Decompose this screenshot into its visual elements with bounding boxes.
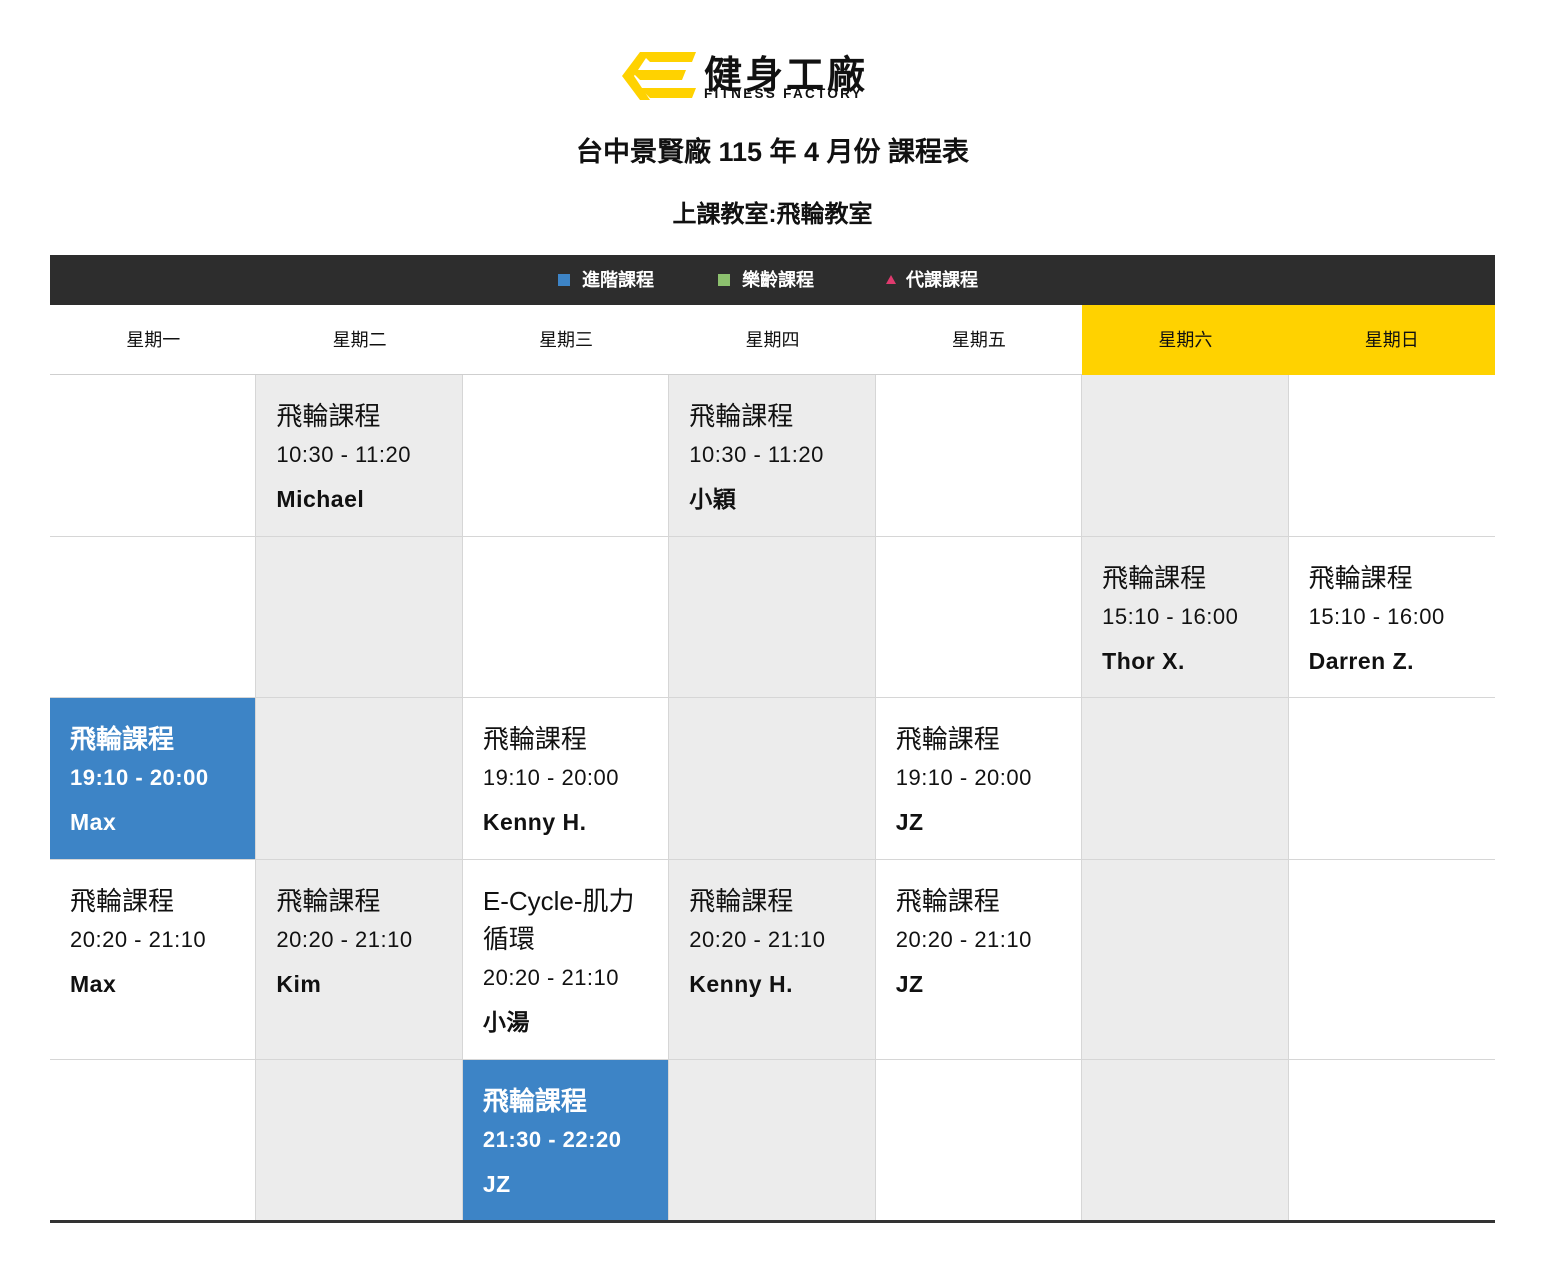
class-time: 20:20 - 21:10 bbox=[689, 927, 826, 952]
class-name: 飛輪課程 bbox=[689, 401, 794, 431]
row-divider bbox=[50, 1059, 1495, 1060]
class-time: 21:30 - 22:20 bbox=[482, 1127, 622, 1152]
class-cell: 飛輪課程 20:20 - 21:10 Kim bbox=[256, 860, 461, 1059]
class-cell: 飛輪課程 15:10 - 16:00 Darren Z. bbox=[1289, 537, 1494, 697]
class-cell: 飛輪課程 19:10 - 20:00 Max bbox=[50, 698, 256, 859]
column-sunday bbox=[1288, 375, 1495, 1220]
class-time: 10:30 - 11:20 bbox=[276, 442, 411, 467]
class-cell: 飛輪課程 10:30 - 11:20 Michael bbox=[256, 375, 461, 536]
class-cell: 飛輪課程 19:10 - 20:00 JZ bbox=[876, 698, 1081, 859]
column-saturday bbox=[1082, 375, 1289, 1220]
day-thursday: 星期四 bbox=[745, 330, 800, 350]
class-time: 19:10 - 20:00 bbox=[70, 765, 209, 790]
legend-advanced: 進階課程 bbox=[558, 269, 654, 291]
legend-label: 進階課程 bbox=[582, 270, 654, 290]
class-coach: JZ bbox=[895, 809, 924, 835]
legend-bar: 進階課程 樂齡課程 代課課程 bbox=[50, 255, 1495, 305]
page-subtitle: 上課教室:飛輪教室 bbox=[672, 201, 873, 228]
class-time: 20:20 - 21:10 bbox=[482, 965, 620, 990]
class-time: 15:10 - 16:00 bbox=[1102, 604, 1239, 629]
class-coach: Darren Z. bbox=[1308, 648, 1415, 674]
class-time: 10:30 - 11:20 bbox=[689, 442, 824, 467]
class-name: 飛輪課程 bbox=[689, 886, 794, 916]
class-cell: 飛輪課程 20:20 - 21:10 Max bbox=[50, 860, 255, 1059]
class-cell: 飛輪課程 21:30 - 22:20 JZ bbox=[462, 1060, 669, 1220]
blue-square-icon bbox=[558, 274, 570, 286]
class-time: 20:20 - 21:10 bbox=[70, 927, 207, 952]
class-coach: Michael bbox=[276, 486, 365, 512]
class-name: E-Cycle-肌力循環 bbox=[482, 886, 635, 954]
green-square-icon bbox=[718, 274, 730, 286]
day-header-row: 星期一 星期二 星期三 星期四 星期五 星期六 星期日 bbox=[50, 305, 1495, 375]
schedule-grid: 飛輪課程 10:30 - 11:20 Michael 飛輪課程 10:30 - 11:2… bbox=[50, 375, 1495, 1223]
day-sunday: 星期日 bbox=[1288, 305, 1495, 375]
pink-triangle-icon bbox=[886, 275, 896, 284]
class-coach: Kenny H. bbox=[482, 809, 587, 835]
class-time: 15:10 - 16:00 bbox=[1308, 604, 1445, 629]
class-coach: 小穎 bbox=[689, 486, 737, 512]
day-friday: 星期五 bbox=[951, 330, 1006, 350]
class-name: 飛輪課程 bbox=[70, 886, 175, 916]
class-coach: Kenny H. bbox=[689, 971, 793, 997]
class-coach: Max bbox=[70, 971, 117, 997]
brand-name-en: FITNESS FACTORY bbox=[704, 86, 864, 101]
class-name: 飛輪課程 bbox=[1308, 563, 1413, 593]
class-cell: 飛輪課程 19:10 - 20:00 Kenny H. bbox=[463, 698, 668, 859]
legend-substitute: 代課課程 bbox=[886, 269, 978, 291]
fitness-factory-logo-icon bbox=[622, 52, 696, 100]
class-time: 19:10 - 20:00 bbox=[482, 765, 620, 790]
class-cell: 飛輪課程 20:20 - 21:10 Kenny H. bbox=[669, 860, 874, 1059]
legend-label: 代課課程 bbox=[906, 270, 978, 290]
class-coach: Kim bbox=[276, 971, 322, 997]
class-time: 20:20 - 21:10 bbox=[895, 927, 1032, 952]
class-coach: JZ bbox=[895, 971, 924, 997]
row-divider bbox=[50, 697, 1495, 698]
class-cell: 飛輪課程 20:20 - 21:10 JZ bbox=[876, 860, 1081, 1059]
class-name: 飛輪課程 bbox=[276, 886, 381, 916]
day-saturday: 星期六 bbox=[1082, 305, 1289, 375]
brand-logo: 健身工廠 FITNESS FACTORY bbox=[622, 46, 927, 104]
class-name: 飛輪課程 bbox=[276, 401, 381, 431]
class-name: 飛輪課程 bbox=[1102, 563, 1207, 593]
class-name: 飛輪課程 bbox=[895, 886, 1000, 916]
legend-senior: 樂齡課程 bbox=[718, 269, 814, 291]
day-monday: 星期一 bbox=[126, 330, 181, 350]
class-cell: 飛輪課程 10:30 - 11:20 小穎 bbox=[669, 375, 874, 536]
class-coach: JZ bbox=[482, 1171, 511, 1197]
day-tuesday: 星期二 bbox=[332, 330, 387, 350]
class-name: 飛輪課程 bbox=[482, 1086, 587, 1116]
page-title: 台中景賢廠 115 年 4 月份 課程表 bbox=[575, 137, 970, 167]
class-time: 19:10 - 20:00 bbox=[895, 765, 1032, 790]
class-time: 20:20 - 21:10 bbox=[276, 927, 413, 952]
class-name: 飛輪課程 bbox=[482, 724, 587, 754]
class-coach: 小湯 bbox=[482, 1009, 530, 1035]
legend-label: 樂齡課程 bbox=[742, 270, 814, 290]
class-cell: E-Cycle-肌力循環 20:20 - 21:10 小湯 bbox=[463, 860, 668, 1059]
class-coach: Max bbox=[70, 809, 117, 835]
day-wednesday: 星期三 bbox=[539, 330, 594, 350]
class-coach: Thor X. bbox=[1102, 648, 1185, 674]
class-cell: 飛輪課程 15:10 - 16:00 Thor X. bbox=[1082, 537, 1287, 697]
class-name: 飛輪課程 bbox=[895, 724, 1000, 754]
class-name: 飛輪課程 bbox=[70, 724, 175, 754]
